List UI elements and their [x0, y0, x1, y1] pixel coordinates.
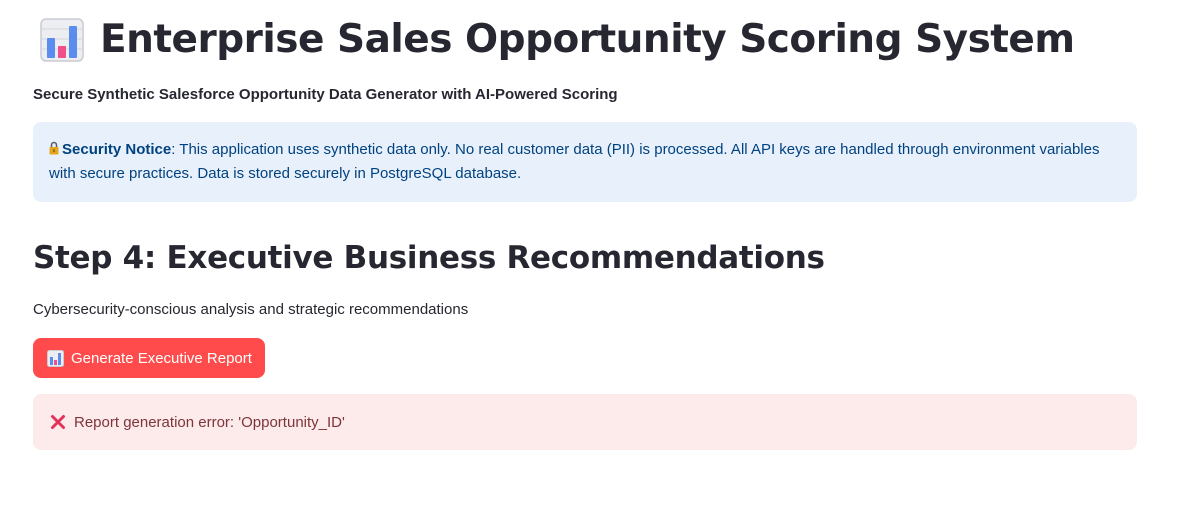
- section-heading: Step 4: Executive Business Recommendatio…: [33, 240, 825, 276]
- page-subtitle: Secure Synthetic Salesforce Opportunity …: [33, 86, 618, 103]
- generate-executive-report-button[interactable]: Generate Executive Report: [33, 338, 265, 378]
- lock-icon: [49, 139, 59, 155]
- generate-executive-report-label: Generate Executive Report: [71, 349, 252, 367]
- security-notice: Security Notice: This application uses s…: [33, 122, 1137, 202]
- title-row: Enterprise Sales Opportunity Scoring Sys…: [33, 14, 1137, 66]
- error-alert: Report generation error: 'Opportunity_ID…: [33, 394, 1137, 450]
- security-notice-text: : This application uses synthetic data o…: [49, 141, 1100, 182]
- main-content: Enterprise Sales Opportunity Scoring Sys…: [33, 0, 1137, 450]
- section-description: Cybersecurity-conscious analysis and str…: [33, 301, 469, 318]
- security-notice-label: Security Notice: [62, 141, 172, 158]
- bar-chart-icon: [47, 349, 64, 367]
- bar-chart-icon: [40, 18, 84, 62]
- error-message: Report generation error: 'Opportunity_ID…: [74, 413, 345, 431]
- cross-mark-icon: [50, 414, 66, 430]
- page-title: Enterprise Sales Opportunity Scoring Sys…: [100, 17, 1075, 62]
